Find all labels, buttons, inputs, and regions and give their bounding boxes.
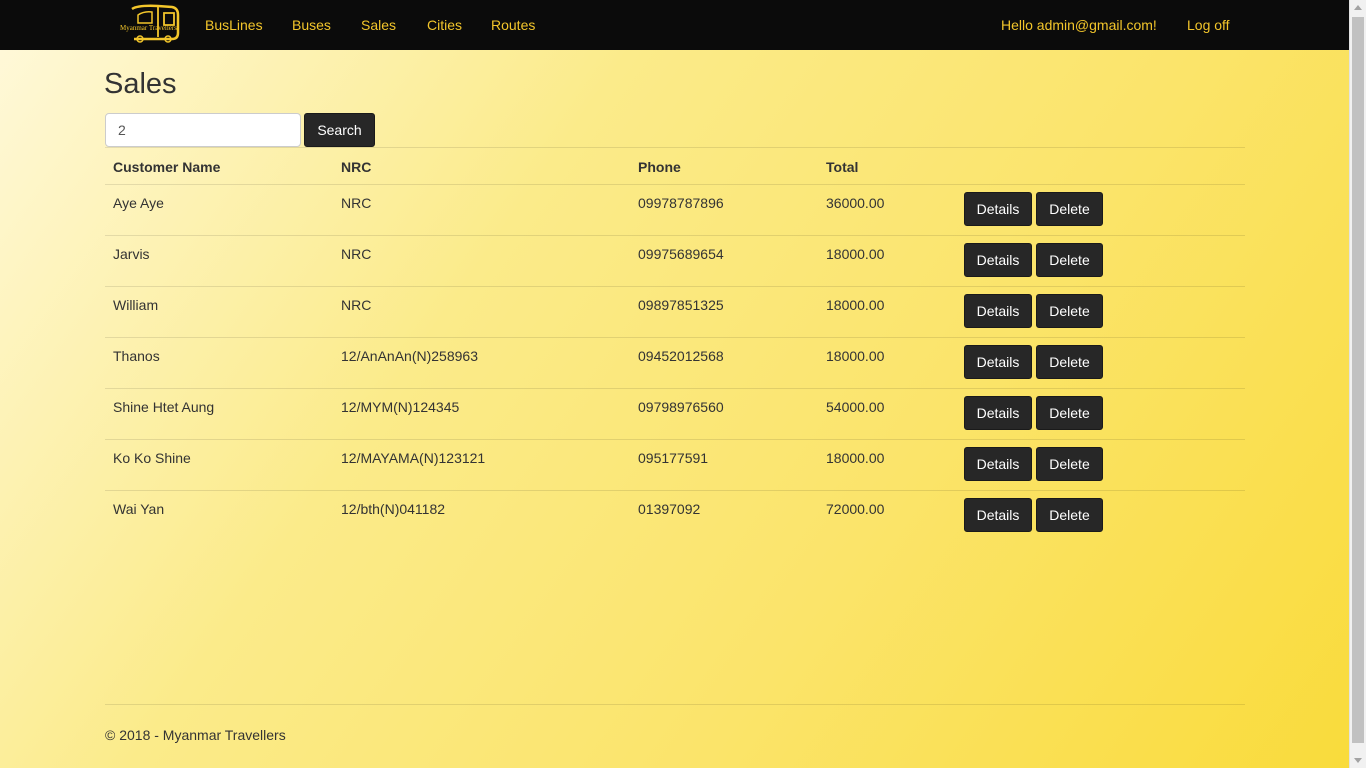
header-phone: Phone	[638, 159, 681, 175]
details-button[interactable]: Details	[964, 345, 1032, 379]
search-input[interactable]	[105, 113, 301, 147]
footer-divider	[105, 704, 1245, 705]
delete-button[interactable]: Delete	[1036, 498, 1103, 532]
header-total: Total	[826, 159, 859, 175]
table-row: Wai Yan 12/bth(N)041182 01397092 72000.00 De…	[105, 490, 1245, 541]
nav-link-buses[interactable]: Buses	[292, 16, 331, 34]
table-row: William NRC 09897851325 18000.00 Details Dele…	[105, 286, 1245, 337]
table-divider	[105, 147, 1245, 148]
cell-phone: 09798976560	[638, 399, 724, 415]
scroll-down-icon[interactable]	[1354, 758, 1362, 763]
details-button[interactable]: Details	[964, 243, 1032, 277]
delete-button[interactable]: Delete	[1036, 345, 1103, 379]
nav-link-sales[interactable]: Sales	[361, 16, 396, 34]
logo-text: Myanmar Travellers	[120, 24, 177, 32]
details-button[interactable]: Details	[964, 396, 1032, 430]
delete-button[interactable]: Delete	[1036, 396, 1103, 430]
cell-nrc: NRC	[341, 297, 372, 313]
cell-total: 18000.00	[826, 297, 885, 313]
search-button[interactable]: Search	[304, 113, 375, 147]
page-title: Sales	[104, 68, 177, 100]
delete-button[interactable]: Delete	[1036, 243, 1103, 277]
delete-button[interactable]: Delete	[1036, 294, 1103, 328]
cell-total: 18000.00	[826, 348, 885, 364]
cell-customer-name: Shine Htet Aung	[113, 399, 215, 415]
cell-phone: 09452012568	[638, 348, 724, 364]
cell-total: 18000.00	[826, 246, 885, 262]
details-button[interactable]: Details	[964, 447, 1032, 481]
cell-phone: 09978787896	[638, 195, 724, 211]
details-button[interactable]: Details	[964, 498, 1032, 532]
table-row: Shine Htet Aung 12/MYM(N)124345 0979897656…	[105, 388, 1245, 439]
cell-total: 36000.00	[826, 195, 885, 211]
cell-nrc: NRC	[341, 195, 372, 211]
cell-total: 72000.00	[826, 501, 885, 517]
cell-nrc: 12/MYM(N)124345	[341, 399, 460, 415]
cell-customer-name: Thanos	[113, 348, 160, 364]
cell-total: 54000.00	[826, 399, 885, 415]
cell-customer-name: Aye Aye	[113, 195, 164, 211]
cell-total: 18000.00	[826, 450, 885, 466]
details-button[interactable]: Details	[964, 192, 1032, 226]
header-nrc: NRC	[341, 159, 372, 175]
nav-link-routes[interactable]: Routes	[491, 16, 535, 34]
cell-nrc: 12/AnAnAn(N)258963	[341, 348, 478, 364]
delete-button[interactable]: Delete	[1036, 447, 1103, 481]
table-row: Aye Aye NRC 09978787896 36000.00 Details Dele…	[105, 184, 1245, 235]
cell-nrc: NRC	[341, 246, 372, 262]
cell-customer-name: Jarvis	[113, 246, 150, 262]
nav-link-cities[interactable]: Cities	[427, 16, 462, 34]
delete-button[interactable]: Delete	[1036, 192, 1103, 226]
vertical-scrollbar[interactable]	[1349, 0, 1366, 768]
logoff-link[interactable]: Log off	[1187, 16, 1230, 34]
cell-phone: 01397092	[638, 501, 701, 517]
table-row: Jarvis NRC 09975689654 18000.00 Details Delet…	[105, 235, 1245, 286]
cell-nrc: 12/MAYAMA(N)123121	[341, 450, 486, 466]
cell-nrc: 12/bth(N)041182	[341, 501, 446, 517]
cell-customer-name: Ko Ko Shine	[113, 450, 191, 466]
scroll-up-icon[interactable]	[1354, 5, 1362, 10]
cell-customer-name: Wai Yan	[113, 501, 165, 517]
footer-copyright: © 2018 - Myanmar Travellers	[105, 727, 286, 743]
top-navbar: Myanmar Travellers BusLines Buses Sales …	[0, 0, 1349, 50]
cell-phone: 09897851325	[638, 297, 724, 313]
header-customer-name: Customer Name	[113, 159, 221, 175]
table-row: Ko Ko Shine 12/MAYAMA(N)123121 095177591 18…	[105, 439, 1245, 490]
user-greeting-link[interactable]: Hello admin@gmail.com!	[1001, 16, 1157, 34]
nav-link-buslines[interactable]: BusLines	[205, 16, 263, 34]
table-row: Thanos 12/AnAnAn(N)258963 09452012568 18000…	[105, 337, 1245, 388]
cell-customer-name: William	[113, 297, 159, 313]
scroll-thumb[interactable]	[1352, 17, 1364, 743]
cell-phone: 09975689654	[638, 246, 724, 262]
bus-logo-icon[interactable]: Myanmar Travellers	[118, 3, 182, 45]
cell-phone: 095177591	[638, 450, 709, 466]
details-button[interactable]: Details	[964, 294, 1032, 328]
